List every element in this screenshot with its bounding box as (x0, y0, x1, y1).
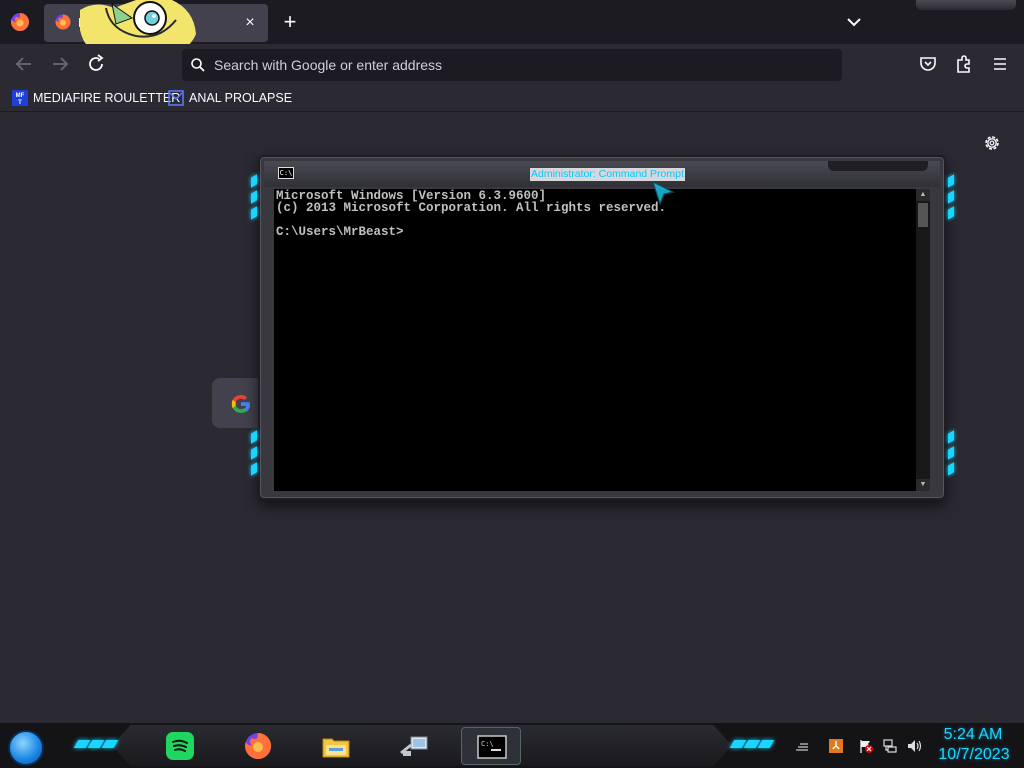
gear-icon[interactable] (982, 133, 1002, 153)
bookmark-label: ANAL PROLAPSE (189, 91, 293, 105)
bookmark-mediafire[interactable]: MF T MEDIAFIRE ROULETTER (12, 88, 180, 108)
volume-icon[interactable] (906, 738, 922, 754)
cmd-line: C:\Users\MrBeast> (276, 225, 404, 239)
pocket-icon[interactable] (916, 52, 940, 76)
bookmark-label: MEDIAFIRE ROULETTER (33, 91, 181, 105)
spotify-icon (166, 732, 194, 760)
tab-close-button[interactable]: × (240, 13, 260, 33)
search-icon (191, 58, 205, 72)
forward-arrow-icon[interactable] (48, 52, 72, 76)
nav-bar (0, 44, 1024, 84)
cmd-console[interactable]: Microsoft Windows [Version 6.3.9600] (c) … (274, 189, 930, 491)
menu-icon[interactable] (988, 52, 1012, 76)
svg-text:C:\: C:\ (481, 740, 494, 748)
scroll-up-arrow-icon[interactable]: ▲ (916, 189, 930, 201)
firefox-view-icon[interactable] (8, 10, 32, 34)
bookmark-anal-prolapse[interactable]: ANAL PROLAPSE (168, 88, 292, 108)
tab-bar: N × + (0, 0, 1024, 60)
cmd-line: (c) 2013 Microsoft Corporation. All righ… (276, 201, 667, 215)
mouse-cursor-icon (651, 180, 675, 206)
command-prompt-window[interactable]: C:\ Administrator: Command Prompt Micros… (258, 155, 946, 500)
extensions-icon[interactable] (952, 52, 976, 76)
firefox-icon (245, 732, 272, 759)
clock-time[interactable]: 5:24 AM (938, 726, 1008, 744)
taskbar-file-explorer[interactable] (306, 727, 366, 765)
address-bar[interactable] (182, 49, 842, 81)
taskbar-spotify[interactable] (150, 727, 210, 765)
bookmarks-toolbar: MF T MEDIAFIRE ROULETTER ANAL PROLAPSE (0, 84, 1024, 112)
bookmark-icon (168, 90, 184, 106)
taskbar-command-prompt[interactable]: C:\ (461, 727, 521, 765)
command-prompt-icon: C:\ (477, 735, 507, 759)
java-update-icon[interactable] (828, 738, 844, 754)
svg-text:MF: MF (16, 93, 25, 99)
cmd-window-controls[interactable] (828, 161, 928, 171)
cmd-titlebar[interactable]: C:\ Administrator: Command Prompt (264, 161, 940, 187)
network-share-icon (400, 736, 428, 756)
tabbar-decoration (916, 0, 1016, 10)
show-hidden-icons-icon[interactable] (794, 738, 810, 754)
scroll-thumb[interactable] (918, 203, 928, 227)
svg-text:T: T (18, 100, 22, 106)
back-arrow-icon[interactable] (12, 52, 36, 76)
action-center-flag-icon[interactable] (858, 738, 874, 754)
firefox-icon (55, 14, 71, 30)
chevron-down-icon[interactable] (842, 10, 866, 34)
start-button[interactable] (8, 730, 44, 766)
google-icon (231, 395, 250, 413)
mediafire-icon: MF T (12, 90, 28, 106)
scroll-down-arrow-icon[interactable]: ▼ (916, 479, 930, 491)
cmd-system-icon[interactable]: C:\ (278, 167, 294, 179)
file-explorer-icon (322, 738, 350, 758)
network-icon[interactable] (882, 738, 898, 754)
search-input[interactable] (214, 49, 814, 81)
cmd-scrollbar[interactable]: ▲ ▼ (916, 189, 930, 491)
new-tab-button[interactable]: + (278, 10, 302, 34)
reload-icon[interactable] (84, 52, 108, 76)
taskbar-network-share[interactable] (384, 727, 444, 765)
cmd-output: Microsoft Windows [Version 6.3.9600] (c) … (276, 190, 667, 239)
clock-date[interactable]: 10/7/2023 (934, 746, 1014, 764)
taskbar-firefox[interactable] (228, 727, 288, 765)
